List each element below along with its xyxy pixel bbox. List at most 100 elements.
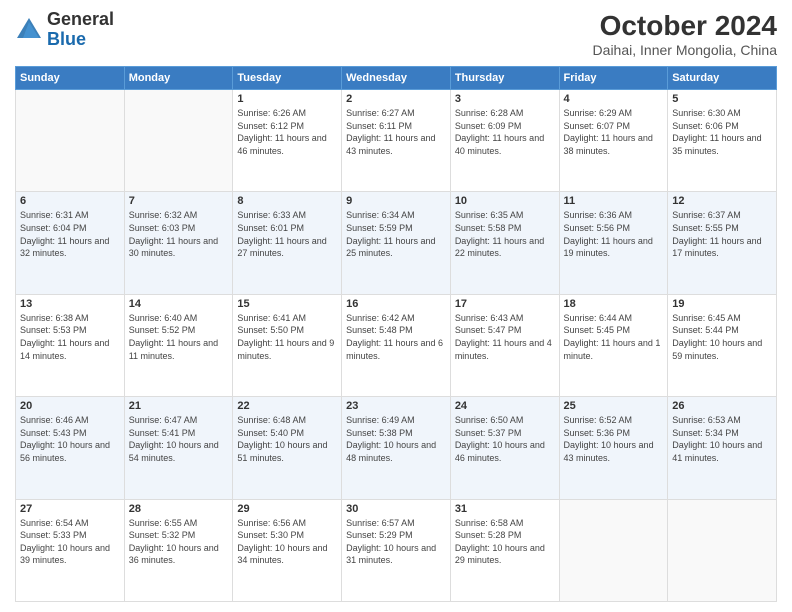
calendar-day-cell <box>559 499 668 601</box>
calendar-day-cell: 29 Sunrise: 6:56 AM Sunset: 5:30 PM Dayli… <box>233 499 342 601</box>
day-number: 29 <box>237 503 337 515</box>
calendar-day-cell: 11 Sunrise: 6:36 AM Sunset: 5:56 PM Dayli… <box>559 192 668 294</box>
day-info: Sunrise: 6:44 AM Sunset: 5:45 PM Dayligh… <box>564 312 664 362</box>
day-info: Sunrise: 6:41 AM Sunset: 5:50 PM Dayligh… <box>237 312 337 362</box>
calendar-header-day: Wednesday <box>342 67 451 90</box>
calendar-subtitle: Daihai, Inner Mongolia, China <box>593 42 777 58</box>
calendar-week-row: 13 Sunrise: 6:38 AM Sunset: 5:53 PM Dayli… <box>16 294 777 396</box>
calendar-day-cell: 31 Sunrise: 6:58 AM Sunset: 5:28 PM Dayli… <box>450 499 559 601</box>
day-info: Sunrise: 6:27 AM Sunset: 6:11 PM Dayligh… <box>346 107 446 157</box>
logo-blue-text: Blue <box>47 29 86 49</box>
calendar-day-cell: 10 Sunrise: 6:35 AM Sunset: 5:58 PM Dayli… <box>450 192 559 294</box>
day-info: Sunrise: 6:26 AM Sunset: 6:12 PM Dayligh… <box>237 107 337 157</box>
calendar-day-cell: 28Sunrise: 6:55 AM Sunset: 5:32 PM Dayli… <box>124 499 233 601</box>
day-number: 7 <box>129 195 229 207</box>
day-number: 23 <box>346 400 446 412</box>
day-number: 21 <box>129 400 229 412</box>
calendar-week-row: 20 Sunrise: 6:46 AM Sunset: 5:43 PM Dayli… <box>16 397 777 499</box>
calendar-day-cell: 23 Sunrise: 6:49 AM Sunset: 5:38 PM Dayli… <box>342 397 451 499</box>
day-number: 27 <box>20 503 120 515</box>
calendar-day-cell: 9Sunrise: 6:34 AM Sunset: 5:59 PM Daylig… <box>342 192 451 294</box>
day-number: 16 <box>346 298 446 310</box>
calendar-day-cell: 13 Sunrise: 6:38 AM Sunset: 5:53 PM Dayli… <box>16 294 125 396</box>
title-block: October 2024 Daihai, Inner Mongolia, Chi… <box>593 10 777 58</box>
day-info: Sunrise: 6:35 AM Sunset: 5:58 PM Dayligh… <box>455 209 555 259</box>
calendar-day-cell: 21 Sunrise: 6:47 AM Sunset: 5:41 PM Dayli… <box>124 397 233 499</box>
logo-text: General Blue <box>47 10 114 50</box>
logo: General Blue <box>15 10 114 50</box>
day-number: 20 <box>20 400 120 412</box>
day-info: Sunrise: 6:47 AM Sunset: 5:41 PM Dayligh… <box>129 414 229 464</box>
day-number: 18 <box>564 298 664 310</box>
day-info: Sunrise: 6:40 AM Sunset: 5:52 PM Dayligh… <box>129 312 229 362</box>
day-info: Sunrise: 6:37 AM Sunset: 5:55 PM Dayligh… <box>672 209 772 259</box>
day-info: Sunrise: 6:32 AM Sunset: 6:03 PM Dayligh… <box>129 209 229 259</box>
calendar-day-cell: 27 Sunrise: 6:54 AM Sunset: 5:33 PM Dayli… <box>16 499 125 601</box>
day-number: 5 <box>672 93 772 105</box>
calendar-day-cell: 30Sunrise: 6:57 AM Sunset: 5:29 PM Dayli… <box>342 499 451 601</box>
logo-icon <box>15 16 43 44</box>
day-number: 13 <box>20 298 120 310</box>
day-info: Sunrise: 6:38 AM Sunset: 5:53 PM Dayligh… <box>20 312 120 362</box>
day-number: 24 <box>455 400 555 412</box>
day-info: Sunrise: 6:33 AM Sunset: 6:01 PM Dayligh… <box>237 209 337 259</box>
day-number: 19 <box>672 298 772 310</box>
day-number: 15 <box>237 298 337 310</box>
day-number: 10 <box>455 195 555 207</box>
calendar-day-cell <box>16 90 125 192</box>
calendar-day-cell: 15 Sunrise: 6:41 AM Sunset: 5:50 PM Dayli… <box>233 294 342 396</box>
day-info: Sunrise: 6:52 AM Sunset: 5:36 PM Dayligh… <box>564 414 664 464</box>
day-info: Sunrise: 6:30 AM Sunset: 6:06 PM Dayligh… <box>672 107 772 157</box>
page: General Blue October 2024 Daihai, Inner … <box>0 0 792 612</box>
calendar-header-day: Friday <box>559 67 668 90</box>
header: General Blue October 2024 Daihai, Inner … <box>15 10 777 58</box>
calendar-day-cell: 24 Sunrise: 6:50 AM Sunset: 5:37 PM Dayli… <box>450 397 559 499</box>
calendar-day-cell: 26 Sunrise: 6:53 AM Sunset: 5:34 PM Dayli… <box>668 397 777 499</box>
day-info: Sunrise: 6:56 AM Sunset: 5:30 PM Dayligh… <box>237 517 337 567</box>
calendar-header-day: Sunday <box>16 67 125 90</box>
day-number: 28 <box>129 503 229 515</box>
day-number: 31 <box>455 503 555 515</box>
day-info: Sunrise: 6:36 AM Sunset: 5:56 PM Dayligh… <box>564 209 664 259</box>
calendar-header-day: Thursday <box>450 67 559 90</box>
day-info: Sunrise: 6:58 AM Sunset: 5:28 PM Dayligh… <box>455 517 555 567</box>
day-number: 11 <box>564 195 664 207</box>
calendar-day-cell: 16 Sunrise: 6:42 AM Sunset: 5:48 PM Dayli… <box>342 294 451 396</box>
calendar-day-cell: 17Sunrise: 6:43 AM Sunset: 5:47 PM Dayli… <box>450 294 559 396</box>
calendar-day-cell <box>668 499 777 601</box>
day-number: 4 <box>564 93 664 105</box>
calendar-day-cell: 5 Sunrise: 6:30 AM Sunset: 6:06 PM Daylig… <box>668 90 777 192</box>
day-number: 26 <box>672 400 772 412</box>
calendar-day-cell: 19 Sunrise: 6:45 AM Sunset: 5:44 PM Dayli… <box>668 294 777 396</box>
day-number: 25 <box>564 400 664 412</box>
calendar-day-cell: 1Sunrise: 6:26 AM Sunset: 6:12 PM Daylig… <box>233 90 342 192</box>
day-info: Sunrise: 6:29 AM Sunset: 6:07 PM Dayligh… <box>564 107 664 157</box>
calendar-day-cell: 18 Sunrise: 6:44 AM Sunset: 5:45 PM Dayli… <box>559 294 668 396</box>
day-number: 6 <box>20 195 120 207</box>
calendar-day-cell: 3Sunrise: 6:28 AM Sunset: 6:09 PM Daylig… <box>450 90 559 192</box>
day-number: 8 <box>237 195 337 207</box>
day-number: 2 <box>346 93 446 105</box>
calendar-table: SundayMondayTuesdayWednesdayThursdayFrid… <box>15 66 777 602</box>
day-number: 22 <box>237 400 337 412</box>
day-info: Sunrise: 6:54 AM Sunset: 5:33 PM Dayligh… <box>20 517 120 567</box>
calendar-day-cell <box>124 90 233 192</box>
day-info: Sunrise: 6:42 AM Sunset: 5:48 PM Dayligh… <box>346 312 446 362</box>
day-number: 14 <box>129 298 229 310</box>
calendar-day-cell: 12 Sunrise: 6:37 AM Sunset: 5:55 PM Dayli… <box>668 192 777 294</box>
calendar-week-row: 1Sunrise: 6:26 AM Sunset: 6:12 PM Daylig… <box>16 90 777 192</box>
day-info: Sunrise: 6:28 AM Sunset: 6:09 PM Dayligh… <box>455 107 555 157</box>
calendar-day-cell: 20 Sunrise: 6:46 AM Sunset: 5:43 PM Dayli… <box>16 397 125 499</box>
day-info: Sunrise: 6:49 AM Sunset: 5:38 PM Dayligh… <box>346 414 446 464</box>
day-info: Sunrise: 6:45 AM Sunset: 5:44 PM Dayligh… <box>672 312 772 362</box>
day-info: Sunrise: 6:48 AM Sunset: 5:40 PM Dayligh… <box>237 414 337 464</box>
day-info: Sunrise: 6:43 AM Sunset: 5:47 PM Dayligh… <box>455 312 555 362</box>
calendar-day-cell: 25 Sunrise: 6:52 AM Sunset: 5:36 PM Dayli… <box>559 397 668 499</box>
calendar-week-row: 6Sunrise: 6:31 AM Sunset: 6:04 PM Daylig… <box>16 192 777 294</box>
day-info: Sunrise: 6:46 AM Sunset: 5:43 PM Dayligh… <box>20 414 120 464</box>
calendar-day-cell: 14 Sunrise: 6:40 AM Sunset: 5:52 PM Dayli… <box>124 294 233 396</box>
day-info: Sunrise: 6:50 AM Sunset: 5:37 PM Dayligh… <box>455 414 555 464</box>
day-info: Sunrise: 6:53 AM Sunset: 5:34 PM Dayligh… <box>672 414 772 464</box>
day-number: 12 <box>672 195 772 207</box>
logo-general-text: General <box>47 9 114 29</box>
